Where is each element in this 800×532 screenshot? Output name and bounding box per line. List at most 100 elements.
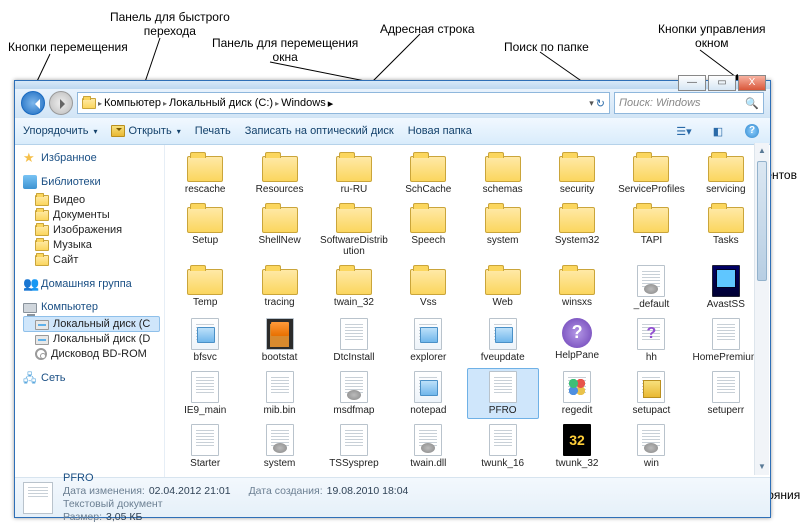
nav-forward-button[interactable] — [49, 91, 73, 115]
file-item[interactable]: Web — [467, 262, 539, 313]
file-item[interactable]: Setup — [169, 200, 241, 260]
file-item[interactable]: ru-RU — [318, 149, 390, 198]
file-item[interactable]: SoftwareDistribution — [318, 200, 390, 260]
libraries-group[interactable]: Библиотеки — [23, 175, 160, 189]
file-item[interactable]: regedit — [541, 368, 613, 419]
file-item[interactable]: TSSysprep — [318, 421, 390, 472]
open-button[interactable]: Открыть — [111, 125, 180, 137]
file-item[interactable]: Speech — [392, 200, 464, 260]
chevron-right-icon: ▸ — [98, 99, 102, 108]
file-item[interactable]: system — [243, 421, 315, 472]
sidebar-item-drive-d[interactable]: Локальный диск (D — [23, 332, 160, 346]
organize-button[interactable]: Упорядочить — [23, 125, 97, 137]
file-item[interactable]: SchCache — [392, 149, 464, 198]
scroll-thumb[interactable] — [757, 161, 767, 281]
file-item[interactable]: rescache — [169, 149, 241, 198]
homegroup-icon: 👥 — [23, 277, 37, 291]
file-item[interactable]: HomePremium — [690, 315, 762, 366]
maximize-button[interactable]: ▭ — [708, 75, 736, 91]
file-item[interactable]: twunk_32 — [541, 421, 613, 472]
file-item[interactable]: servicing — [690, 149, 762, 198]
folder-icon — [633, 156, 669, 182]
vertical-scrollbar[interactable]: ▲ ▼ — [754, 143, 769, 475]
close-button[interactable]: X — [738, 75, 766, 91]
toolbar: Упорядочить Открыть Печать Записать на о… — [15, 117, 770, 145]
favorites-group[interactable]: ★Избранное — [23, 151, 160, 165]
file-item[interactable]: twain.dll — [392, 421, 464, 472]
file-item[interactable]: system — [467, 200, 539, 260]
chevron-right-icon[interactable]: ▸ — [328, 97, 334, 110]
file-item[interactable]: DtcInstall — [318, 315, 390, 366]
crumb-2[interactable]: ▸Windows — [275, 97, 326, 109]
file-label: schemas — [483, 184, 523, 195]
file-item[interactable]: hh — [615, 315, 687, 366]
burn-button[interactable]: Записать на оптический диск — [245, 125, 394, 137]
file-item[interactable]: mib.bin — [243, 368, 315, 419]
computer-group[interactable]: Компьютер — [23, 301, 160, 313]
homegroup[interactable]: 👥Домашняя группа — [23, 277, 160, 291]
file-item[interactable]: Vss — [392, 262, 464, 313]
sidebar-item-bdrom[interactable]: Дисковод BD-ROM — [23, 346, 160, 361]
chevron-right-icon: ▸ — [275, 99, 279, 108]
print-button[interactable]: Печать — [195, 125, 231, 137]
minimize-button[interactable]: — — [678, 75, 706, 91]
file-item[interactable]: ShellNew — [243, 200, 315, 260]
file-item[interactable]: Starter — [169, 421, 241, 472]
file-item[interactable]: twunk_16 — [467, 421, 539, 472]
file-item[interactable]: TAPI — [615, 200, 687, 260]
crumb-1[interactable]: ▸Локальный диск (C:) — [163, 97, 273, 109]
file-label: ServiceProfiles — [618, 184, 685, 195]
file-item[interactable]: msdfmap — [318, 368, 390, 419]
new-folder-button[interactable]: Новая папка — [408, 125, 472, 137]
file-item[interactable]: fveupdate — [467, 315, 539, 366]
preview-pane-icon[interactable]: ◧ — [708, 121, 728, 141]
file-label: Starter — [190, 458, 220, 469]
file-item[interactable]: System32 — [541, 200, 613, 260]
file-item[interactable]: _default — [615, 262, 687, 313]
file-label: HelpPane — [555, 350, 599, 361]
file-item[interactable]: security — [541, 149, 613, 198]
file-item[interactable]: bfsvc — [169, 315, 241, 366]
sidebar-item-pictures[interactable]: Изображения — [23, 222, 160, 237]
file-icon — [191, 371, 219, 403]
sidebar-item-site[interactable]: Сайт — [23, 252, 160, 267]
file-item[interactable]: IE9_main — [169, 368, 241, 419]
view-options-icon[interactable]: ☰▾ — [674, 121, 694, 141]
file-item[interactable]: ServiceProfiles — [615, 149, 687, 198]
sidebar-item-drive-c[interactable]: Локальный диск (C — [23, 316, 160, 332]
file-item[interactable]: setupact — [615, 368, 687, 419]
file-label: tracing — [265, 297, 295, 308]
file-item[interactable]: Temp — [169, 262, 241, 313]
file-item[interactable]: notepad — [392, 368, 464, 419]
crumb-0[interactable]: ▸Компьютер — [98, 97, 161, 109]
file-item[interactable]: win — [615, 421, 687, 472]
file-item[interactable]: winsxs — [541, 262, 613, 313]
file-item[interactable]: explorer — [392, 315, 464, 366]
file-item[interactable]: AvastSS — [690, 262, 762, 313]
sidebar-item-music[interactable]: Музыка — [23, 237, 160, 252]
file-item[interactable]: HelpPane — [541, 315, 613, 366]
file-item[interactable]: setuperr — [690, 368, 762, 419]
file-item[interactable]: Tasks — [690, 200, 762, 260]
network-group[interactable]: 🖧Сеть — [23, 371, 160, 385]
titlebar[interactable] — [15, 81, 770, 89]
file-item[interactable]: Resources — [243, 149, 315, 198]
file-item[interactable]: tracing — [243, 262, 315, 313]
cd-icon — [35, 348, 47, 360]
file-item[interactable]: bootstat — [243, 315, 315, 366]
sidebar-item-video[interactable]: Видео — [23, 192, 160, 207]
address-dropdown-icon[interactable]: ▾ — [589, 98, 594, 109]
refresh-icon[interactable]: ↻ — [596, 97, 605, 110]
file-grid[interactable]: rescacheResourcesru-RUSchCache schemas sec… — [165, 145, 770, 477]
scroll-up-icon[interactable]: ▲ — [755, 143, 769, 159]
scroll-down-icon[interactable]: ▼ — [755, 459, 769, 475]
folder-icon — [82, 98, 96, 109]
file-item[interactable]: schemas — [467, 149, 539, 198]
help-icon[interactable]: ? — [742, 121, 762, 141]
file-item[interactable]: PFRO — [467, 368, 539, 419]
nav-back-button[interactable] — [21, 91, 45, 115]
sidebar-item-documents[interactable]: Документы — [23, 207, 160, 222]
address-bar[interactable]: ▸Компьютер ▸Локальный диск (C:) ▸Windows… — [77, 92, 610, 114]
search-input[interactable]: Поиск: Windows 🔍 — [614, 92, 764, 114]
file-item[interactable]: twain_32 — [318, 262, 390, 313]
